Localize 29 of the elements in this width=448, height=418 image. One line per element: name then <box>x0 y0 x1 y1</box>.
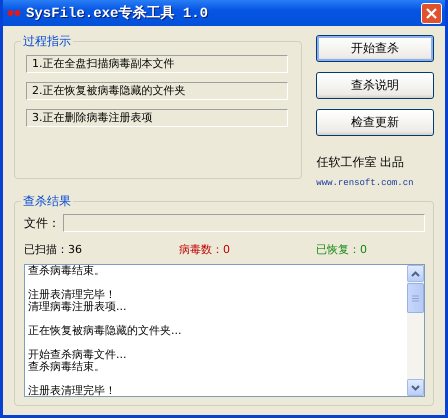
action-button[interactable]: 开始查杀 <box>316 35 434 62</box>
scroll-thumb[interactable] <box>407 283 424 313</box>
app-icon <box>7 8 21 18</box>
log-line: 查杀病毒结束。 <box>28 361 106 373</box>
file-label: 文件： <box>24 214 60 232</box>
action-button[interactable]: 查杀说明 <box>316 72 434 99</box>
scroll-up-button[interactable] <box>407 265 424 282</box>
log-line: 注册表清理完毕！ <box>28 385 117 396</box>
group-title: 过程指示 <box>21 33 73 50</box>
log-line: 正在恢复被病毒隐藏的文件夹... <box>28 325 182 337</box>
stat-text: 已恢复：0 <box>316 242 368 257</box>
scroll-down-button[interactable] <box>407 379 424 396</box>
step-field: 2.正在恢复被病毒隐藏的文件夹 <box>26 82 288 100</box>
file-field[interactable] <box>63 214 425 232</box>
action-button[interactable]: 检查更新 <box>316 109 434 136</box>
window-title: SysFile.exe专杀工具 1.0 <box>26 4 210 22</box>
step-field: 1.正在全盘扫描病毒副本文件 <box>26 55 288 73</box>
step-field: 3.正在删除病毒注册表项 <box>26 109 288 127</box>
close-icon <box>426 8 437 18</box>
log-line: 查杀病毒结束。 <box>28 265 106 277</box>
log-line: 开始查杀病毒文件... <box>28 349 128 361</box>
website-link[interactable]: www.rensoft.com.cn <box>316 178 434 188</box>
close-button[interactable] <box>421 2 442 24</box>
stat-text: 已扫描：36 <box>24 242 83 257</box>
stat-text: 病毒数：0 <box>179 242 231 257</box>
scrollbar[interactable] <box>407 265 424 396</box>
log-line: 注册表清理完毕！ <box>28 289 117 301</box>
credit-text: 任软工作室 出品 <box>316 154 406 171</box>
log-line: 清理病毒注册表项... <box>28 301 128 313</box>
